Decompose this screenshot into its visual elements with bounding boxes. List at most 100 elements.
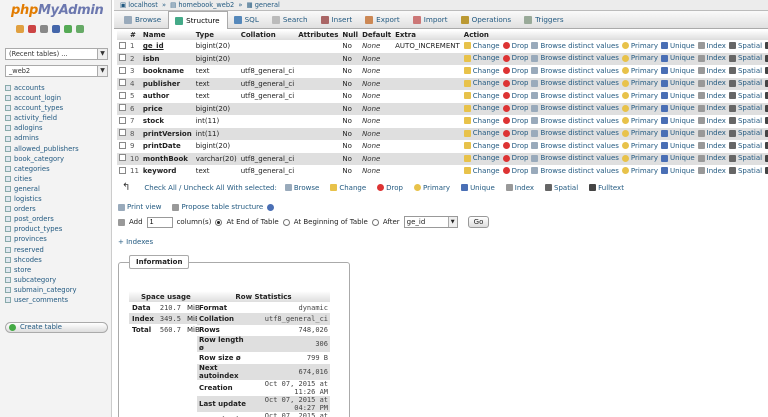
breadcrumb-database[interactable]: homebook_web2	[178, 1, 234, 9]
unique-action[interactable]: Unique	[660, 79, 695, 87]
primary-action[interactable]: Primary	[621, 154, 658, 162]
primary-action[interactable]: Primary	[621, 79, 658, 87]
sidebar-table-item[interactable]: provinces	[5, 234, 111, 244]
drop-action[interactable]: Drop	[502, 54, 528, 62]
row-checkbox[interactable]	[119, 154, 126, 162]
tab-import[interactable]: Import	[407, 11, 455, 29]
index-action[interactable]: Index	[697, 104, 726, 112]
row-checkbox[interactable]	[119, 91, 126, 99]
sidebar-table-item[interactable]: adlogins	[5, 123, 111, 133]
unique-action[interactable]: Unique	[660, 104, 695, 112]
tab-sql[interactable]: SQL	[228, 11, 266, 29]
indexes-toggle-link[interactable]: + Indexes	[118, 238, 153, 246]
sidebar-table-item[interactable]: product_types	[5, 224, 111, 234]
breadcrumb-server[interactable]: localhost	[128, 1, 158, 9]
unique-action[interactable]: Unique	[660, 154, 695, 162]
bulk-primary-button[interactable]: Primary	[414, 184, 450, 192]
unique-action[interactable]: Unique	[660, 67, 695, 75]
sidebar-table-item[interactable]: post_orders	[5, 214, 111, 224]
drop-action[interactable]: Drop	[502, 117, 528, 125]
propose-structure-link[interactable]: Propose table structure	[172, 203, 275, 211]
settings-icon[interactable]	[64, 25, 72, 33]
primary-action[interactable]: Primary	[621, 54, 658, 62]
row-checkbox[interactable]	[119, 104, 126, 112]
drop-action[interactable]: Drop	[502, 92, 528, 100]
check-all-link[interactable]: Check All / Uncheck All With selected:	[144, 184, 276, 192]
tab-export[interactable]: Export	[359, 11, 407, 29]
change-action[interactable]: Change	[463, 79, 500, 87]
bulk-browse-button[interactable]: Browse	[284, 184, 319, 192]
spatial-action[interactable]: Spatial	[728, 92, 762, 100]
change-action[interactable]: Change	[463, 67, 500, 75]
row-checkbox[interactable]	[119, 166, 126, 174]
phpmyadmin-logo[interactable]: phpMyAdmin	[11, 3, 104, 18]
index-action[interactable]: Index	[697, 129, 726, 137]
recent-tables-select[interactable]: (Recent tables) ... ▼	[5, 48, 108, 60]
browse-action[interactable]: Browse distinct values	[531, 42, 619, 50]
primary-action[interactable]: Primary	[621, 167, 658, 175]
change-action[interactable]: Change	[463, 129, 500, 137]
unique-action[interactable]: Unique	[660, 92, 695, 100]
sidebar-table-item[interactable]: allowed_publishers	[5, 144, 111, 154]
row-checkbox[interactable]	[119, 66, 126, 74]
index-action[interactable]: Index	[697, 167, 726, 175]
index-action[interactable]: Index	[697, 154, 726, 162]
drop-action[interactable]: Drop	[502, 167, 528, 175]
breadcrumb-table[interactable]: general	[255, 1, 280, 9]
change-action[interactable]: Change	[463, 167, 500, 175]
print-view-link[interactable]: Print view	[118, 203, 161, 211]
browse-action[interactable]: Browse distinct values	[531, 67, 619, 75]
bulk-drop-button[interactable]: Drop	[377, 184, 403, 192]
sidebar-table-item[interactable]: account_types	[5, 103, 111, 113]
drop-action[interactable]: Drop	[502, 104, 528, 112]
primary-action[interactable]: Primary	[621, 92, 658, 100]
sidebar-table-item[interactable]: activity_field	[5, 113, 111, 123]
sidebar-table-item[interactable]: logistics	[5, 194, 111, 204]
browse-action[interactable]: Browse distinct values	[531, 104, 619, 112]
sidebar-table-item[interactable]: account_login	[5, 93, 111, 103]
spatial-action[interactable]: Spatial	[728, 104, 762, 112]
browse-action[interactable]: Browse distinct values	[531, 54, 619, 62]
tab-operations[interactable]: Operations	[455, 11, 519, 29]
unique-action[interactable]: Unique	[660, 167, 695, 175]
unique-action[interactable]: Unique	[660, 117, 695, 125]
index-action[interactable]: Index	[697, 92, 726, 100]
index-action[interactable]: Index	[697, 79, 726, 87]
index-action[interactable]: Index	[697, 54, 726, 62]
sidebar-table-item[interactable]: shcodes	[5, 255, 111, 265]
spatial-action[interactable]: Spatial	[728, 142, 762, 150]
row-checkbox[interactable]	[119, 141, 126, 149]
unique-action[interactable]: Unique	[660, 42, 695, 50]
at-end-radio[interactable]	[215, 218, 223, 226]
row-checkbox[interactable]	[119, 41, 126, 49]
primary-action[interactable]: Primary	[621, 142, 658, 150]
sidebar-table-item[interactable]: book_category	[5, 154, 111, 164]
sidebar-table-item[interactable]: categories	[5, 164, 111, 174]
primary-action[interactable]: Primary	[621, 117, 658, 125]
sidebar-table-item[interactable]: cities	[5, 174, 111, 184]
change-action[interactable]: Change	[463, 42, 500, 50]
database-select[interactable]: _web2 ▼	[5, 65, 108, 77]
bulk-spatial-button[interactable]: Spatial	[545, 184, 578, 192]
bulk-fulltext-button[interactable]: Fulltext	[589, 184, 624, 192]
spatial-action[interactable]: Spatial	[728, 67, 762, 75]
column-count-input[interactable]	[146, 216, 173, 228]
index-action[interactable]: Index	[697, 117, 726, 125]
sidebar-table-item[interactable]: admins	[5, 133, 111, 143]
after-field-select[interactable]: ge_id ▼	[403, 216, 458, 228]
browse-action[interactable]: Browse distinct values	[531, 117, 619, 125]
browse-action[interactable]: Browse distinct values	[531, 92, 619, 100]
tab-search[interactable]: Search	[266, 11, 315, 29]
sidebar-table-item[interactable]: store	[5, 265, 111, 275]
change-action[interactable]: Change	[463, 54, 500, 62]
unique-action[interactable]: Unique	[660, 54, 695, 62]
primary-action[interactable]: Primary	[621, 67, 658, 75]
browse-action[interactable]: Browse distinct values	[531, 167, 619, 175]
tab-insert[interactable]: Insert	[315, 11, 360, 29]
primary-action[interactable]: Primary	[621, 42, 658, 50]
sidebar-table-item[interactable]: reserved	[5, 245, 111, 255]
index-action[interactable]: Index	[697, 142, 726, 150]
bulk-change-button[interactable]: Change	[330, 184, 366, 192]
sidebar-table-item[interactable]: submain_category	[5, 285, 111, 295]
tab-browse[interactable]: Browse	[118, 11, 168, 29]
